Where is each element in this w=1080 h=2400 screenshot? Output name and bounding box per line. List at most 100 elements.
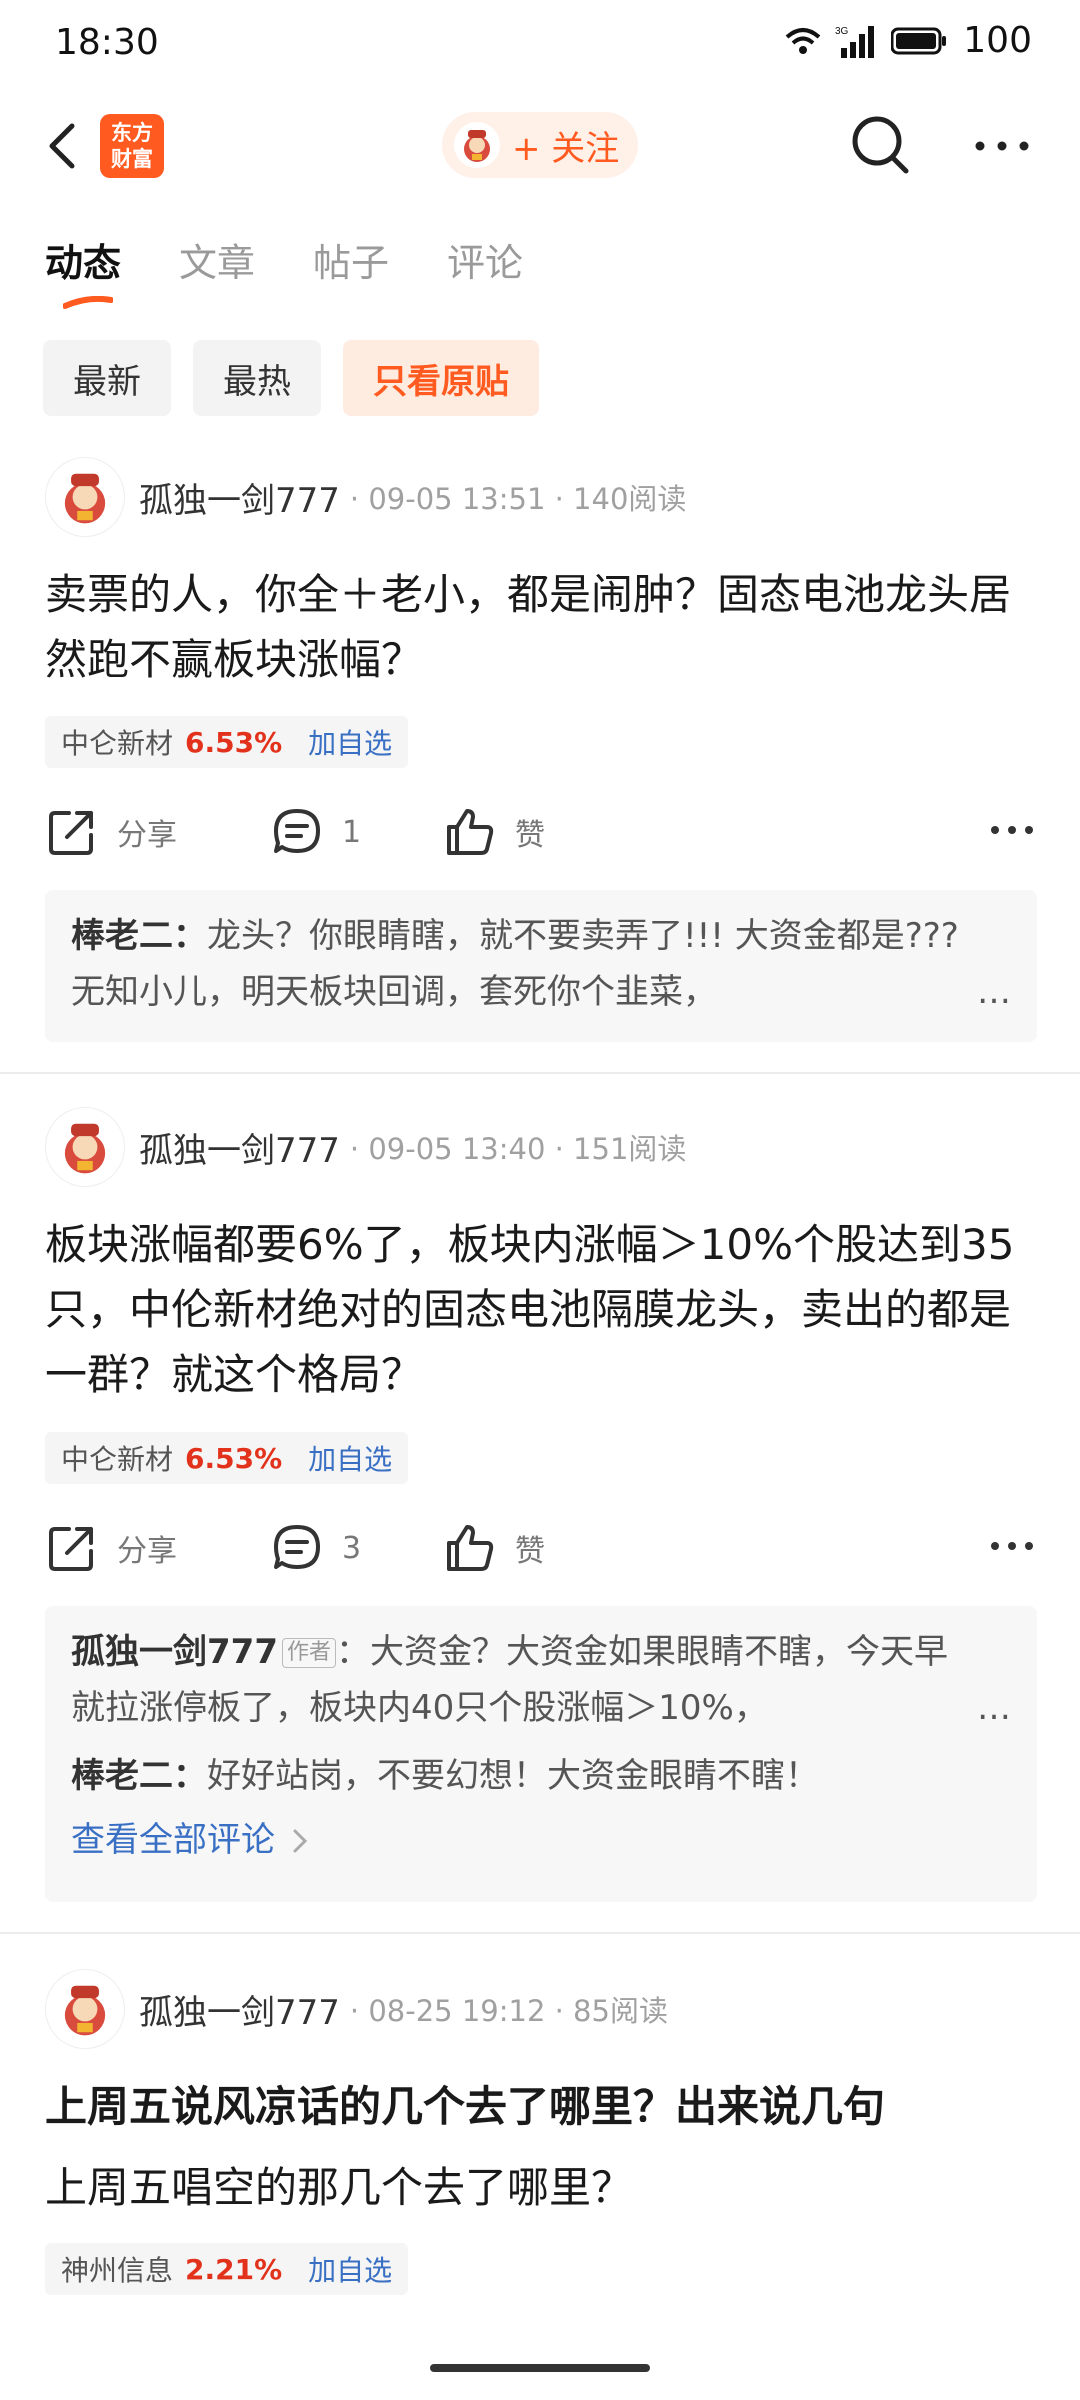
comment-icon [274,809,320,853]
tab-articles[interactable]: 文章 [179,232,255,287]
share-label: 分享 [117,1534,177,1569]
post-meta: · 09-05 13:51 · 140阅读 [349,482,687,516]
comment-count: 1 [342,814,362,850]
more-options-button[interactable] [972,126,1032,166]
like-label: 赞 [515,1534,545,1569]
share-icon [49,1527,93,1571]
chevron-left-icon [49,123,75,169]
comment-ellipsis: … [969,1680,1011,1736]
thumbs-up-icon [447,809,494,855]
stock-name: 中仑新材 [61,1443,174,1476]
stock-name: 中仑新材 [61,727,174,760]
post-divider [0,1932,1080,1934]
filter-hottest[interactable]: 最热 [193,340,321,416]
battery-level: 100 [963,20,1032,61]
back-button[interactable] [40,118,90,174]
author-name[interactable]: 孤独一剑777 [139,1985,340,2034]
stock-change: 6.53% [185,725,283,759]
tab-label: 帖子 [313,241,390,285]
post-more-button[interactable] [989,1526,1035,1566]
like-button[interactable]: 赞 [443,802,545,862]
post-text[interactable]: 板块涨幅都要6%了，板块内涨幅＞10%个股达到35只，中伦新材绝对的固态电池隔膜… [45,1212,1035,1407]
tab-label: 评论 [447,241,524,285]
follow-label: + 关注 [512,128,620,169]
more-dots-icon [991,826,1033,834]
more-dots-icon [975,141,1029,151]
author-name[interactable]: 孤独一剑777 [139,1123,340,1172]
tab-label: 动态 [45,241,122,285]
cellular-signal-icon: 3G [835,25,875,58]
network-type: 3G [835,26,849,37]
like-label: 赞 [515,818,545,853]
post-text[interactable]: 卖票的人，你全＋老小，都是闹肿？固态电池龙头居然跑不赢板块涨幅？ [45,562,1035,692]
stock-tag[interactable]: 中仑新材 6.53% 加自选 [45,1432,409,1484]
share-icon [49,811,93,855]
search-button[interactable] [848,112,914,178]
comment-count: 3 [342,1530,362,1566]
comment-preview[interactable]: 孤独一剑777 作者 ：大资金？大资金如果眼睛不瞎，今天早就拉涨停板了，板块内40只… [45,1606,1037,1902]
post-text[interactable]: 上周五唱空的那几个去了哪里？ [45,2155,1035,2220]
comment-item: 孤独一剑777 作者 ：大资金？大资金如果眼睛不瞎，今天早就拉涨停板了，板块内40只… [71,1624,1011,1736]
filter-chips: 最新 最热 只看原贴 [43,340,539,416]
avatar-icon [64,473,106,524]
post-meta: · 08-25 19:12 · 85阅读 [349,1994,668,2028]
post-actions: 分享 1 赞 [45,802,1035,862]
add-watchlist-link[interactable]: 加自选 [308,1438,392,1478]
comment-text: 好好站岗，不要幻想！大资金眼睛不瞎！ [207,1756,819,1796]
more-dots-icon [991,1542,1033,1550]
chevron-right-icon [293,1829,307,1853]
tab-active-indicator [63,296,113,309]
add-watchlist-link[interactable]: 加自选 [308,2249,392,2289]
wifi-icon [785,27,821,54]
add-watchlist-link[interactable]: 加自选 [308,722,392,762]
avatar-icon [464,130,490,162]
tab-posts[interactable]: 帖子 [313,232,389,287]
comment-ellipsis: … [969,964,1011,1020]
comment-item: 棒老二：龙头？你眼睛瞎，就不要卖弄了!!! 大资金都是??? 无知小儿，明天板块… [71,908,1011,1020]
author-name[interactable]: 孤独一剑777 [139,473,340,522]
author-row: 孤独一剑777 · 09-05 13:40 · 151阅读 [45,1107,686,1187]
follow-button[interactable]: + 关注 [442,112,638,178]
commenter-name[interactable]: 孤独一剑777 [71,1632,278,1672]
author-avatar[interactable] [45,457,125,537]
post-divider [0,1072,1080,1074]
stock-tag[interactable]: 中仑新材 6.53% 加自选 [45,716,409,768]
filter-original-only[interactable]: 只看原贴 [343,340,539,416]
tab-dynamic[interactable]: 动态 [45,232,122,309]
comment-button[interactable]: 3 [270,1518,361,1578]
post-actions: 分享 3 赞 [45,1518,1035,1578]
search-icon [852,116,909,174]
stock-tag[interactable]: 神州信息 2.21% 加自选 [45,2243,409,2295]
post-more-button[interactable] [989,810,1035,850]
author-row: 孤独一剑777 · 08-25 19:12 · 85阅读 [45,1969,668,2049]
view-all-comments-link[interactable]: 查看全部评论 [71,1810,1011,1870]
share-button[interactable]: 分享 [45,802,177,862]
share-label: 分享 [117,818,177,853]
status-time: 18:30 [55,22,159,63]
app-logo: 东方 财富 [100,114,164,178]
stock-change: 6.53% [185,1441,283,1475]
author-row: 孤独一剑777 · 09-05 13:51 · 140阅读 [45,457,686,537]
comment-preview[interactable]: 棒老二：龙头？你眼睛瞎，就不要卖弄了!!! 大资金都是??? 无知小儿，明天板块… [45,890,1037,1042]
comment-icon [274,1525,320,1569]
tab-label: 文章 [179,241,256,285]
filter-latest[interactable]: 最新 [43,340,171,416]
author-avatar[interactable] [45,1107,125,1187]
post-title[interactable]: 上周五说风凉话的几个去了哪里？出来说几句 [45,2074,1035,2139]
comment-button[interactable]: 1 [270,802,361,862]
status-icons: 3G 100 [783,20,1032,61]
comment-item: 棒老二：好好站岗，不要幻想！大资金眼睛不瞎！ [71,1748,1011,1804]
battery-icon [891,27,947,54]
nav-bar: 东方 财富 + 关注 [0,100,1080,190]
status-bar: 18:30 3G 100 [0,0,1080,90]
author-badge: 作者 [281,1638,336,1668]
post-meta: · 09-05 13:40 · 151阅读 [349,1132,687,1166]
share-button[interactable]: 分享 [45,1518,177,1578]
tab-comments[interactable]: 评论 [447,232,523,287]
commenter-name[interactable]: 棒老二： [71,1756,207,1796]
stock-name: 神州信息 [61,2254,174,2287]
like-button[interactable]: 赞 [443,1518,545,1578]
commenter-name[interactable]: 棒老二： [71,916,207,956]
home-indicator[interactable] [430,2364,650,2372]
author-avatar[interactable] [45,1969,125,2049]
